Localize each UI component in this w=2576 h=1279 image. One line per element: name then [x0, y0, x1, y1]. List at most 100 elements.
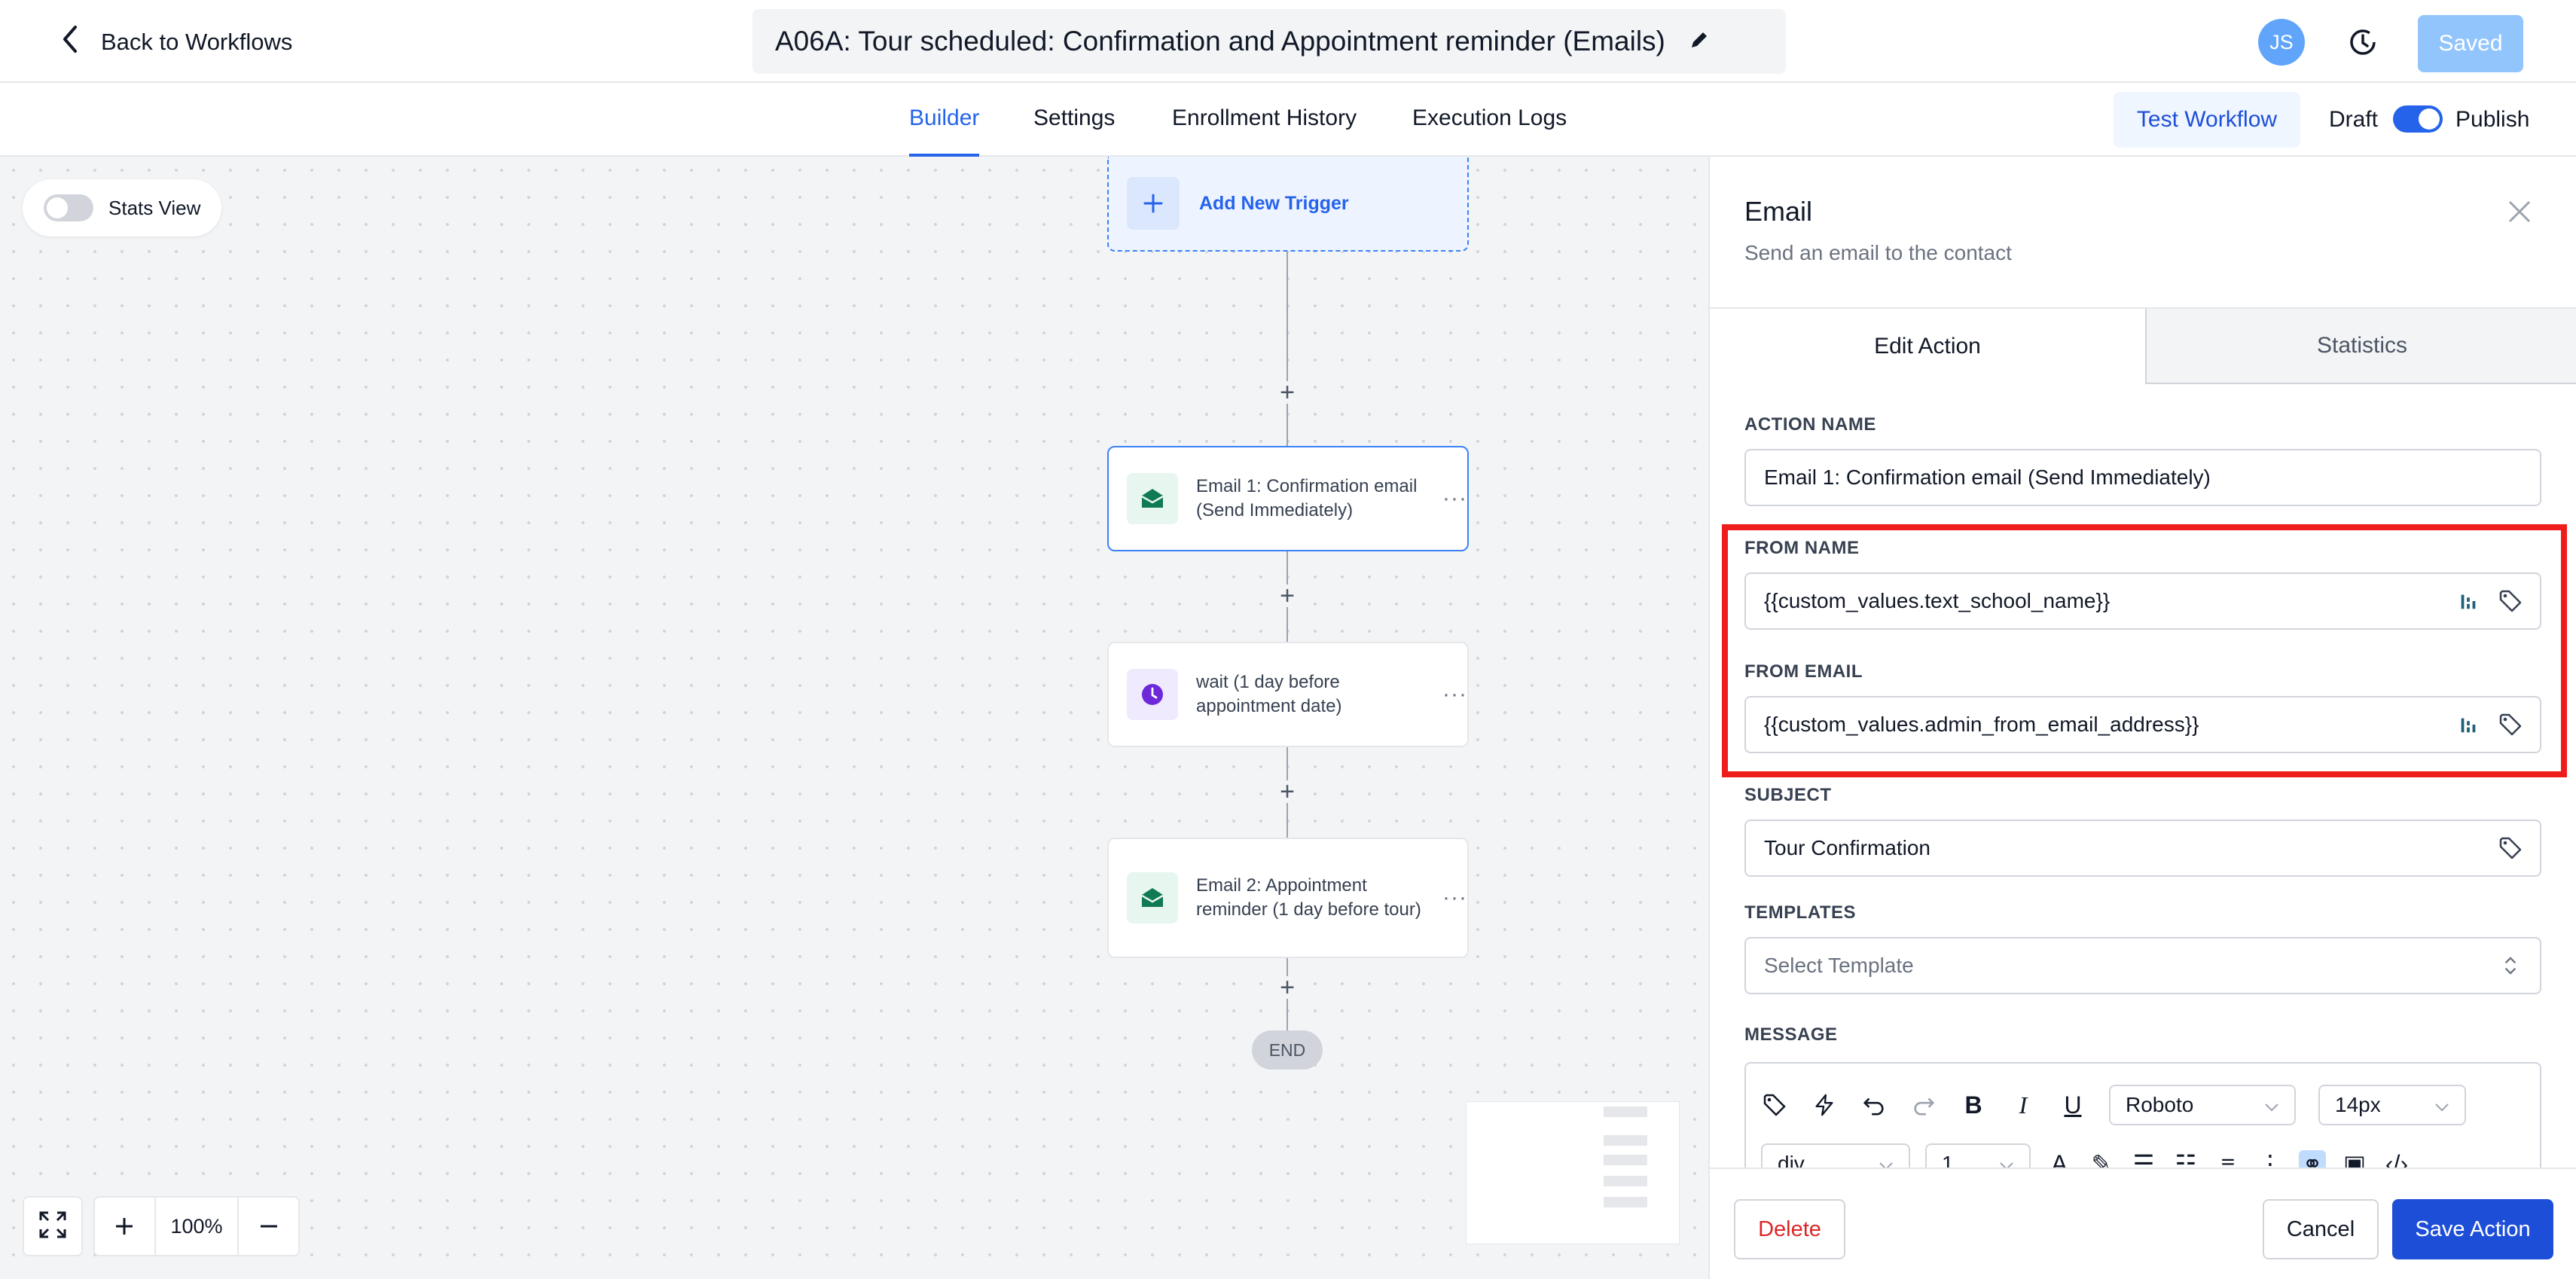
- image-icon[interactable]: ▣: [2341, 1150, 2368, 1168]
- message-editor[interactable]: B I U Roboto 14px div 1 A ✎ ☰ ☷ ≡ ⋮ ⚭ ▣ …: [1744, 1062, 2541, 1168]
- add-step-plus-icon[interactable]: +: [1276, 583, 1299, 609]
- plus-icon: [116, 1218, 133, 1235]
- font-family-select[interactable]: Roboto: [2109, 1085, 2296, 1125]
- workflow-tabs-bar: Builder Settings Enrollment History Exec…: [0, 83, 2576, 157]
- chevron-down-icon: [2264, 1093, 2279, 1117]
- from-email-input[interactable]: {{custom_values.admin_from_email_address…: [1744, 696, 2541, 753]
- panel-tabs: Edit Action Statistics: [1710, 307, 2576, 384]
- redo-icon[interactable]: [1910, 1091, 1937, 1119]
- line-height-select[interactable]: 1: [1925, 1143, 2031, 1168]
- end-node: END: [1252, 1030, 1323, 1070]
- saved-button[interactable]: Saved: [2418, 15, 2523, 72]
- chevron-left-icon: [59, 24, 81, 60]
- undo-icon[interactable]: [1860, 1091, 1888, 1119]
- text-color-icon[interactable]: A: [2046, 1150, 2073, 1168]
- history-icon[interactable]: [2345, 24, 2381, 60]
- stats-view-control[interactable]: Stats View: [23, 179, 221, 237]
- panel-subtitle: Send an email to the contact: [1744, 241, 2012, 264]
- font-family-value: Roboto: [2126, 1093, 2194, 1116]
- node-label: Email 1: Confirmation email (Send Immedi…: [1196, 476, 1418, 520]
- node-label: wait (1 day before appointment date): [1196, 672, 1342, 716]
- tab-builder[interactable]: Builder: [909, 105, 980, 157]
- workflow-node-email-1[interactable]: Email 1: Confirmation email (Send Immedi…: [1107, 446, 1469, 551]
- highlighter-icon[interactable]: ✎: [2088, 1150, 2115, 1168]
- font-size-select[interactable]: 14px: [2318, 1085, 2466, 1125]
- subject-input[interactable]: Tour Confirmation: [1744, 820, 2541, 877]
- from-name-input[interactable]: {{custom_values.text_school_name}}: [1744, 572, 2541, 630]
- link-icon[interactable]: ⚭: [2299, 1150, 2326, 1168]
- add-step-plus-icon[interactable]: +: [1276, 380, 1299, 405]
- back-label: Back to Workflows: [101, 29, 293, 55]
- stats-view-label: Stats View: [108, 196, 201, 219]
- message-label: MESSAGE: [1744, 1024, 1838, 1045]
- save-action-button[interactable]: Save Action: [2392, 1199, 2553, 1259]
- tag-icon[interactable]: [2498, 588, 2523, 614]
- more-options-icon[interactable]: ···: [1442, 683, 1467, 706]
- block-format-select[interactable]: div: [1761, 1143, 1910, 1168]
- minus-icon: [260, 1225, 277, 1228]
- publish-toggle[interactable]: [2393, 105, 2443, 133]
- workflow-node-wait[interactable]: wait (1 day before appointment date) ···: [1107, 642, 1469, 747]
- add-step-plus-icon[interactable]: +: [1276, 779, 1299, 804]
- action-name-value: Email 1: Confirmation email (Send Immedi…: [1764, 466, 2211, 489]
- italic-icon[interactable]: I: [2010, 1091, 2037, 1119]
- pencil-icon[interactable]: [1688, 29, 1711, 55]
- test-workflow-button[interactable]: Test Workflow: [2114, 92, 2300, 148]
- tag-icon[interactable]: [2498, 835, 2523, 861]
- zoom-in-button[interactable]: [95, 1198, 154, 1255]
- chevron-down-icon: [1879, 1152, 1894, 1168]
- top-bar: Back to Workflows A06A: Tour scheduled: …: [0, 0, 2576, 83]
- zoom-level: 100%: [154, 1198, 240, 1255]
- template-select[interactable]: Select Template: [1744, 937, 2541, 994]
- align-icon[interactable]: ≡: [2214, 1150, 2242, 1168]
- lightning-icon[interactable]: [1811, 1091, 1838, 1119]
- more-options-icon[interactable]: ···: [1442, 887, 1467, 909]
- workflow-node-email-2[interactable]: Email 2: Appointment reminder (1 day bef…: [1107, 838, 1469, 958]
- tag-icon[interactable]: [1761, 1091, 1788, 1119]
- action-name-input[interactable]: Email 1: Confirmation email (Send Immedi…: [1744, 449, 2541, 506]
- tab-settings[interactable]: Settings: [1033, 105, 1115, 157]
- chevron-down-icon: [2434, 1093, 2449, 1117]
- zoom-out-button[interactable]: [239, 1198, 298, 1255]
- subject-value: Tour Confirmation: [1764, 836, 1930, 859]
- custom-values-icon[interactable]: [2455, 712, 2481, 737]
- bold-icon[interactable]: B: [1960, 1091, 1987, 1119]
- tag-icon[interactable]: [2498, 712, 2523, 737]
- panel-footer: Delete Cancel Save Action: [1710, 1168, 2576, 1279]
- zoom-controls: 100%: [93, 1196, 300, 1256]
- from-email-label: FROM EMAIL: [1744, 661, 1863, 682]
- chevron-up-down-icon: [2498, 953, 2523, 978]
- minimap[interactable]: [1466, 1101, 1680, 1244]
- from-name-label: FROM NAME: [1744, 538, 1860, 558]
- close-icon[interactable]: [2507, 199, 2532, 224]
- bullet-list-icon[interactable]: ☰: [2130, 1150, 2157, 1168]
- back-to-workflows-link[interactable]: Back to Workflows: [59, 26, 292, 59]
- tab-statistics[interactable]: Statistics: [2145, 309, 2576, 384]
- custom-values-icon[interactable]: [2455, 588, 2481, 614]
- code-icon[interactable]: ‹/›: [2383, 1150, 2410, 1168]
- tab-execution-logs[interactable]: Execution Logs: [1412, 105, 1567, 157]
- tab-enrollment-history[interactable]: Enrollment History: [1172, 105, 1357, 157]
- delete-button[interactable]: Delete: [1734, 1199, 1845, 1259]
- node-label: Email 2: Appointment reminder (1 day bef…: [1196, 875, 1421, 920]
- underline-icon[interactable]: U: [2059, 1091, 2086, 1119]
- font-size-value: 14px: [2335, 1093, 2381, 1116]
- workflow-title: A06A: Tour scheduled: Confirmation and A…: [775, 26, 1665, 56]
- fit-to-screen-button[interactable]: [23, 1196, 83, 1256]
- tab-edit-action[interactable]: Edit Action: [1710, 309, 2145, 384]
- add-new-trigger-label: Add New Trigger: [1199, 192, 1349, 214]
- avatar[interactable]: JS: [2258, 19, 2305, 66]
- workflow-title-box[interactable]: A06A: Tour scheduled: Confirmation and A…: [752, 9, 1786, 74]
- numbered-list-icon[interactable]: ☷: [2172, 1150, 2199, 1168]
- more-options-icon[interactable]: ···: [1442, 487, 1467, 510]
- add-new-trigger-box[interactable]: Add New Trigger: [1107, 157, 1469, 252]
- from-email-value: {{custom_values.admin_from_email_address…: [1764, 713, 2199, 736]
- workflow-canvas[interactable]: Stats View + + + + Add New Trigger Email…: [0, 157, 1708, 1279]
- envelope-open-icon: [1127, 872, 1178, 923]
- cancel-button[interactable]: Cancel: [2263, 1199, 2379, 1259]
- add-step-plus-icon[interactable]: +: [1276, 975, 1299, 1000]
- stats-view-toggle[interactable]: [44, 194, 93, 221]
- more-vertical-icon[interactable]: ⋮: [2257, 1150, 2284, 1168]
- expand-icon: [38, 1210, 68, 1244]
- plus-icon: [1127, 177, 1180, 230]
